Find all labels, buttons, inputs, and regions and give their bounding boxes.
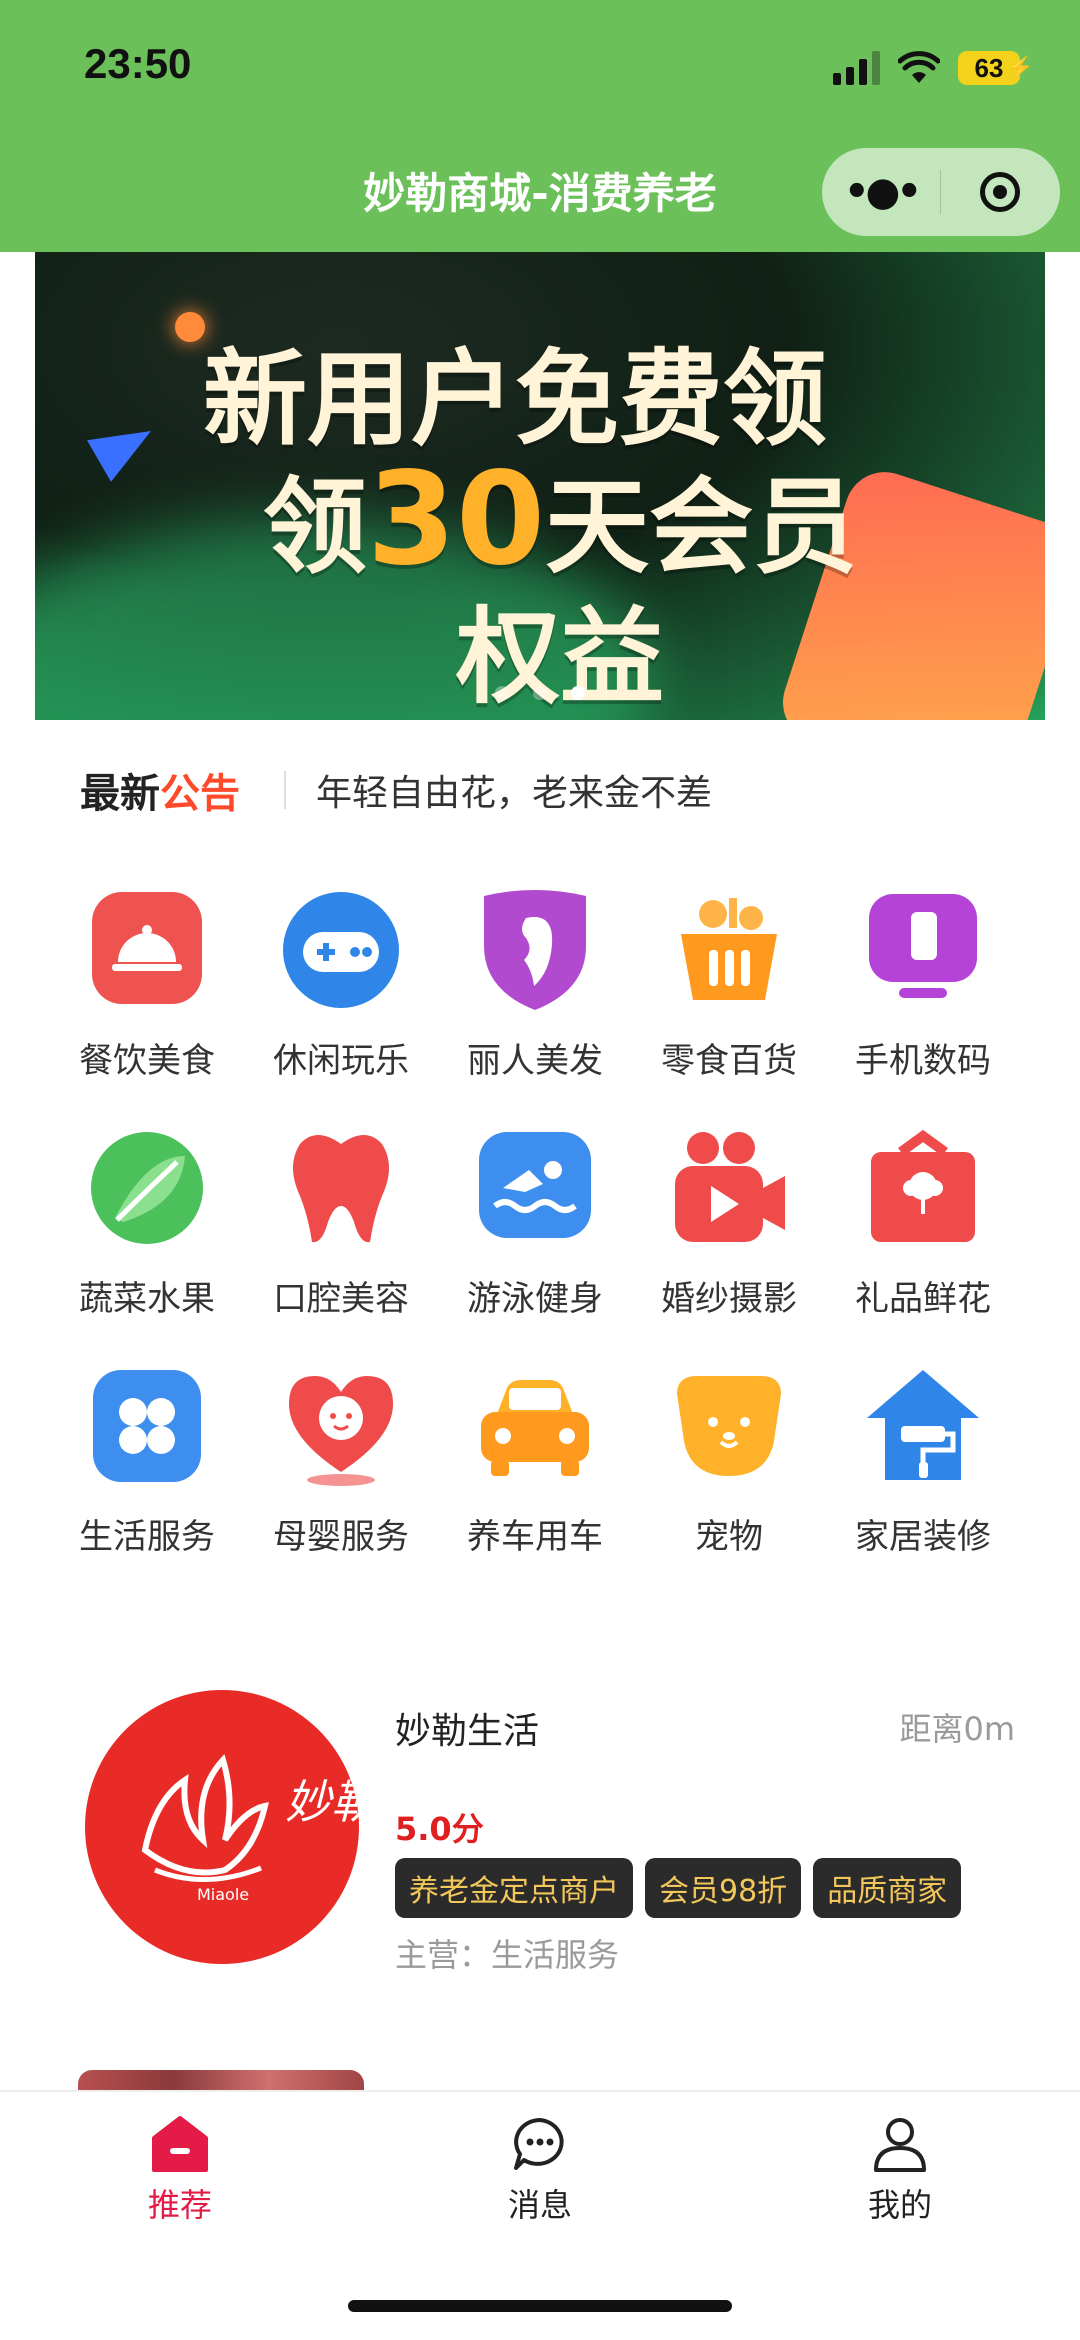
home-indicator <box>348 2300 732 2312</box>
category-label: 养车用车 <box>467 1517 603 1557</box>
tab-label: 消息 <box>507 2186 572 2224</box>
merchant-tag: 养老金定点商户 <box>395 1858 633 1918</box>
category-label: 家居装修 <box>855 1517 991 1557</box>
category-swim-fitness[interactable]: 游泳健身 <box>438 1123 632 1361</box>
banner-pagination <box>35 686 1045 700</box>
battery-icon: 63 ⚡ <box>958 51 1034 85</box>
video-camera-icon <box>664 1123 794 1253</box>
merchant-rating: 5.0分 <box>395 1810 484 1848</box>
baby-heart-icon <box>276 1361 406 1491</box>
home-icon <box>152 2116 208 2172</box>
swim-icon <box>470 1123 600 1253</box>
leaf-icon <box>82 1123 212 1253</box>
divider <box>284 771 286 809</box>
category-label: 蔬菜水果 <box>79 1279 215 1319</box>
category-label: 礼品鲜花 <box>855 1279 991 1319</box>
cellular-signal-icon <box>833 51 880 85</box>
category-leisure[interactable]: 休闲玩乐 <box>244 885 438 1123</box>
tab-mine[interactable]: 我的 <box>800 2114 1000 2226</box>
wifi-icon <box>898 51 940 83</box>
category-gifts-flowers[interactable]: 礼品鲜花 <box>826 1123 1020 1361</box>
promo-banner[interactable]: 新用户免费领 领30天会员 权益 <box>35 252 1045 720</box>
category-label: 丽人美发 <box>467 1041 603 1081</box>
category-label: 休闲玩乐 <box>273 1041 409 1081</box>
banner-dot[interactable] <box>495 686 509 700</box>
banner-dot[interactable] <box>533 686 547 700</box>
announcement-bar[interactable]: 最新 公告 年轻自由花，老来金不差 <box>80 760 1000 820</box>
category-maternity[interactable]: 母婴服务 <box>244 1361 438 1599</box>
car-icon <box>470 1361 600 1491</box>
gift-icon <box>858 1123 988 1253</box>
category-label: 生活服务 <box>79 1517 215 1557</box>
top-bar: 23:50 63 ⚡ 妙勒商城-消费养老 •●• <box>0 0 1080 252</box>
category-life-services[interactable]: 生活服务 <box>50 1361 244 1599</box>
merchant-tag: 会员98折 <box>645 1858 802 1918</box>
category-label: 零食百货 <box>661 1041 797 1081</box>
category-label: 宠物 <box>695 1517 763 1557</box>
svg-text:妙勒: 妙勒 <box>285 1775 359 1829</box>
banner-dot-active[interactable] <box>571 686 585 700</box>
category-wedding-photo[interactable]: 婚纱摄影 <box>632 1123 826 1361</box>
merchant-card[interactable]: 妙勒 Miaole 妙勒生活 距离0m 5.0分 养老金定点商户 会员98折 品… <box>85 1690 1015 1990</box>
close-miniprogram-button[interactable] <box>941 172 1059 212</box>
dog-icon <box>664 1361 794 1491</box>
announcement-text: 年轻自由花，老来金不差 <box>316 773 713 814</box>
tab-label: 推荐 <box>147 2186 212 2224</box>
beauty-icon <box>470 885 600 1015</box>
tooth-icon <box>276 1123 406 1253</box>
target-icon <box>980 172 1020 212</box>
basket-icon <box>664 885 794 1015</box>
merchant-distance: 距离0m <box>899 1710 1015 1748</box>
gamepad-icon <box>276 885 406 1015</box>
category-grid: 餐饮美食 休闲玩乐 丽人美发 零食百货 手机数码 蔬菜水果 口腔美容 游泳健身 … <box>50 885 1030 1599</box>
status-time: 23:50 <box>84 40 192 87</box>
svg-text:Miaole: Miaole <box>197 1885 249 1904</box>
status-icons: 63 ⚡ <box>833 46 1034 90</box>
category-label: 游泳健身 <box>467 1279 603 1319</box>
category-dining[interactable]: 餐饮美食 <box>50 885 244 1123</box>
category-home-renovation[interactable]: 家居装修 <box>826 1361 1020 1599</box>
charging-bolt-icon: ⚡ <box>1006 55 1034 80</box>
category-snacks[interactable]: 零食百货 <box>632 885 826 1123</box>
user-icon <box>874 2118 926 2172</box>
category-label: 母婴服务 <box>273 1517 409 1557</box>
announcement-title-2: 公告 <box>160 771 240 817</box>
tab-messages[interactable]: 消息 <box>440 2114 640 2226</box>
announcement-title-1: 最新 <box>80 771 160 817</box>
next-merchant-image-peek[interactable] <box>78 2070 364 2090</box>
category-label: 手机数码 <box>855 1041 991 1081</box>
category-digital[interactable]: 手机数码 <box>826 885 1020 1123</box>
battery-level: 63 <box>974 52 1004 83</box>
merchant-logo: 妙勒 Miaole <box>85 1690 359 1964</box>
cloche-icon <box>82 885 212 1015</box>
four-grid-icon <box>82 1361 212 1491</box>
category-label: 餐饮美食 <box>79 1041 215 1081</box>
category-label: 口腔美容 <box>273 1279 409 1319</box>
merchant-name: 妙勒生活 <box>395 1711 540 1752</box>
merchant-tags: 养老金定点商户 会员98折 品质商家 <box>395 1858 962 1918</box>
monitor-icon <box>858 885 988 1015</box>
tab-label: 我的 <box>867 2186 932 2224</box>
category-dental[interactable]: 口腔美容 <box>244 1123 438 1361</box>
message-icon <box>514 2118 564 2170</box>
category-label: 婚纱摄影 <box>661 1279 797 1319</box>
category-car-care[interactable]: 养车用车 <box>438 1361 632 1599</box>
miniprogram-capsule: •●• <box>822 148 1060 236</box>
more-menu-button[interactable]: •●• <box>822 169 940 215</box>
merchant-tag: 品质商家 <box>813 1858 962 1918</box>
category-pets[interactable]: 宠物 <box>632 1361 826 1599</box>
category-beauty[interactable]: 丽人美发 <box>438 885 632 1123</box>
category-produce[interactable]: 蔬菜水果 <box>50 1123 244 1361</box>
tab-recommend[interactable]: 推荐 <box>80 2114 280 2226</box>
merchant-main-business: 主营：生活服务 <box>395 1936 620 1974</box>
house-roller-icon <box>858 1361 988 1491</box>
